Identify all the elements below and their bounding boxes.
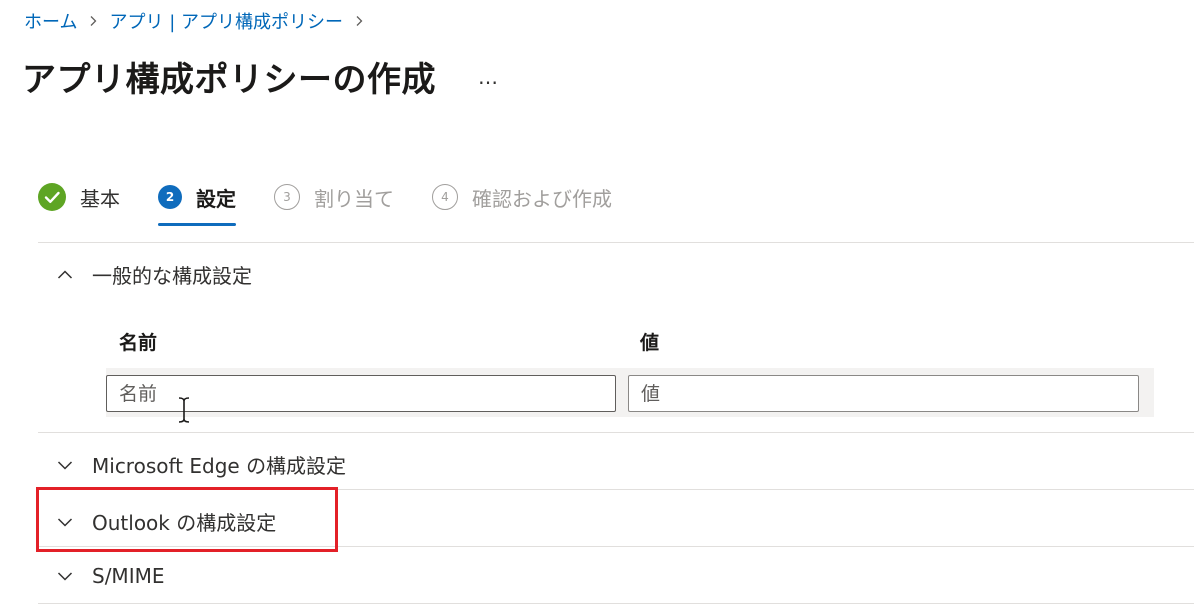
step-number: 4 <box>432 184 458 210</box>
section-label: 一般的な構成設定 <box>92 264 252 288</box>
section-label: S/MIME <box>92 564 165 588</box>
step-label: 確認および作成 <box>472 186 612 211</box>
section-general-header[interactable]: 一般的な構成設定 <box>54 260 252 289</box>
breadcrumb-apps-link[interactable]: アプリ | アプリ構成ポリシー <box>109 8 343 34</box>
chevron-right-icon <box>353 15 365 27</box>
value-column-header: 値 <box>640 332 660 354</box>
step-basics[interactable]: 基本 <box>38 183 120 212</box>
section-label: Microsoft Edge の構成設定 <box>92 454 347 478</box>
checkmark-icon <box>38 183 66 211</box>
section-edge-header[interactable]: Microsoft Edge の構成設定 <box>54 450 346 479</box>
chevron-down-icon <box>54 565 76 587</box>
name-column-header: 名前 <box>119 332 158 354</box>
chevron-right-icon <box>87 15 99 27</box>
wizard-steps: 基本 2 設定 3 割り当て 4 確認および作成 <box>38 180 650 226</box>
value-input[interactable] <box>628 375 1139 412</box>
breadcrumb-home-link[interactable]: ホーム <box>24 8 77 34</box>
chevron-up-icon <box>54 264 76 286</box>
step-number: 3 <box>274 184 300 210</box>
divider <box>38 242 1194 243</box>
breadcrumb: ホーム アプリ | アプリ構成ポリシー <box>24 8 375 34</box>
divider <box>38 432 1194 433</box>
step-assignments[interactable]: 3 割り当て <box>274 183 394 212</box>
page-title: アプリ構成ポリシーの作成 <box>22 60 436 100</box>
step-label: 割り当て <box>314 186 394 211</box>
page: ホーム アプリ | アプリ構成ポリシー アプリ構成ポリシーの作成 … 基本 2 … <box>0 0 1200 609</box>
step-label: 設定 <box>196 186 236 211</box>
more-options-button[interactable]: … <box>476 65 500 89</box>
text-cursor-icon <box>178 397 190 423</box>
step-settings[interactable]: 2 設定 <box>158 183 236 226</box>
step-number: 2 <box>158 185 182 209</box>
section-smime-header[interactable]: S/MIME <box>54 564 164 588</box>
divider <box>38 603 1194 604</box>
chevron-down-icon <box>54 454 76 476</box>
highlight-box <box>36 487 338 552</box>
step-label: 基本 <box>80 186 120 211</box>
step-review-create[interactable]: 4 確認および作成 <box>432 183 612 212</box>
title-row: アプリ構成ポリシーの作成 … <box>22 52 500 101</box>
